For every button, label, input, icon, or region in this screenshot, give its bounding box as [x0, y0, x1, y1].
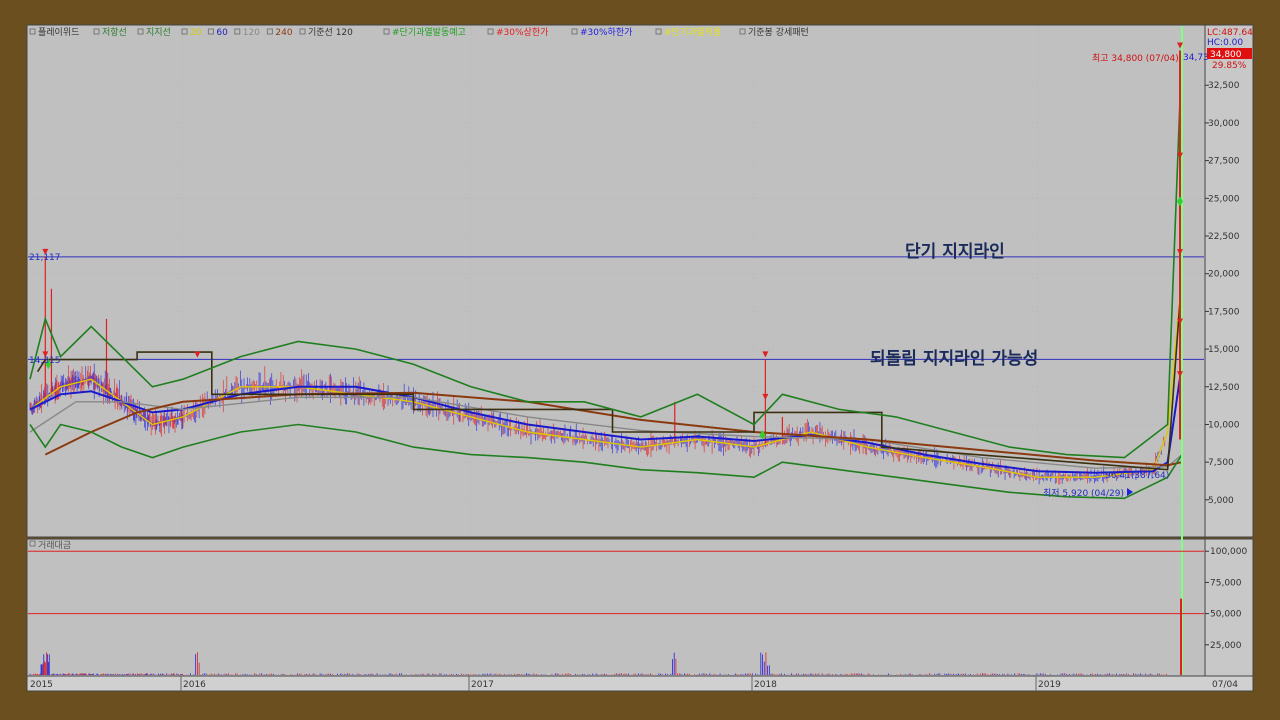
legend-item[interactable]: 20 — [190, 28, 202, 38]
price-tick-label: 17,500 — [1208, 307, 1240, 317]
legend-item[interactable]: #단기과열발동예고 — [392, 27, 466, 38]
price-tick-label: 5,000 — [1208, 496, 1234, 506]
legend-item[interactable]: 120 — [243, 28, 260, 38]
volume-panel-title: 거래대금 — [38, 540, 71, 551]
last-price-percent: 29.85% — [1212, 61, 1247, 71]
x-tick-label: 2017 — [471, 680, 494, 690]
x-tick-label: 2019 — [1038, 680, 1061, 690]
legend-item[interactable]: 플레이위드 — [38, 27, 79, 38]
price-tick-label: 7,500 — [1208, 458, 1234, 468]
price-panel[interactable] — [26, 24, 1206, 538]
volume-panel[interactable] — [26, 538, 1206, 677]
cursor-price-label: 34,73 — [1183, 53, 1209, 63]
price-tick-label: 25,000 — [1208, 194, 1240, 204]
price-tick-label: 22,500 — [1208, 232, 1240, 242]
legend-item[interactable]: 저항선 — [102, 27, 127, 38]
x-tick-label: 2015 — [30, 680, 53, 690]
legend-item[interactable]: #30%상한가 — [496, 27, 548, 38]
price-tick-label: 30,000 — [1208, 119, 1240, 129]
price-tick-label: 12,500 — [1208, 383, 1240, 393]
x-tick-label: 2018 — [754, 680, 777, 690]
legend-item[interactable]: #단기과열적용 — [664, 26, 721, 38]
price-tick-label: 20,000 — [1208, 270, 1240, 280]
volume-tick-label: 25,000 — [1210, 641, 1242, 651]
legend-item[interactable]: #30%하한가 — [580, 27, 632, 38]
legend: 플레이위드 저항선 지지선 20 60 120 240 기준선 120 #단기과열발동예고 #30… — [29, 26, 809, 38]
price-tick-label: 10,000 — [1208, 420, 1240, 430]
volume-tick-label: 100,000 — [1210, 547, 1247, 557]
price-tick-label: 27,500 — [1208, 157, 1240, 167]
volume-tick-label: 75,000 — [1210, 578, 1242, 588]
low-price-label: 최저 5,920 (04/29) — [1043, 488, 1124, 499]
legend-item[interactable]: 기준봉 강세패턴 — [748, 27, 809, 38]
x-tick-label: 07/04 — [1212, 680, 1238, 690]
legend-item[interactable]: 기준선 120 — [308, 27, 353, 38]
price-tick-label: 32,500 — [1208, 81, 1240, 91]
legend-item[interactable]: 지지선 — [146, 27, 171, 38]
legend-item[interactable]: 60 — [216, 28, 228, 38]
lc-readout: LC:487.64 — [1207, 28, 1253, 38]
x-tick-label: 2016 — [183, 680, 206, 690]
level-label-2: 14,315 — [29, 356, 61, 366]
level-label-1: 21,117 — [29, 253, 61, 263]
legend-item[interactable]: 240 — [275, 28, 292, 38]
high-price-label: 최고 34,800 (07/04) — [1092, 53, 1179, 64]
ma-cross-label: 96.41(387.64) — [1105, 471, 1169, 481]
volume-axis-panel — [1204, 538, 1254, 677]
x-axis-panel — [26, 675, 1254, 692]
annotation-short-support: 단기 지지라인 — [905, 242, 1005, 262]
last-price-value: 34,800 — [1210, 50, 1242, 60]
volume-tick-label: 50,000 — [1210, 610, 1242, 620]
chart-frame: 32,500 30,000 27,500 25,000 22,500 20,000 17,5… — [0, 0, 1280, 720]
price-tick-label: 15,000 — [1208, 345, 1240, 355]
annotation-rebound-support: 되돌림 지지라인 가능성 — [870, 349, 1038, 369]
stock-chart: 32,500 30,000 27,500 25,000 22,500 20,000 17,5… — [26, 24, 1254, 692]
hc-readout: HC:0.00 — [1207, 38, 1243, 48]
